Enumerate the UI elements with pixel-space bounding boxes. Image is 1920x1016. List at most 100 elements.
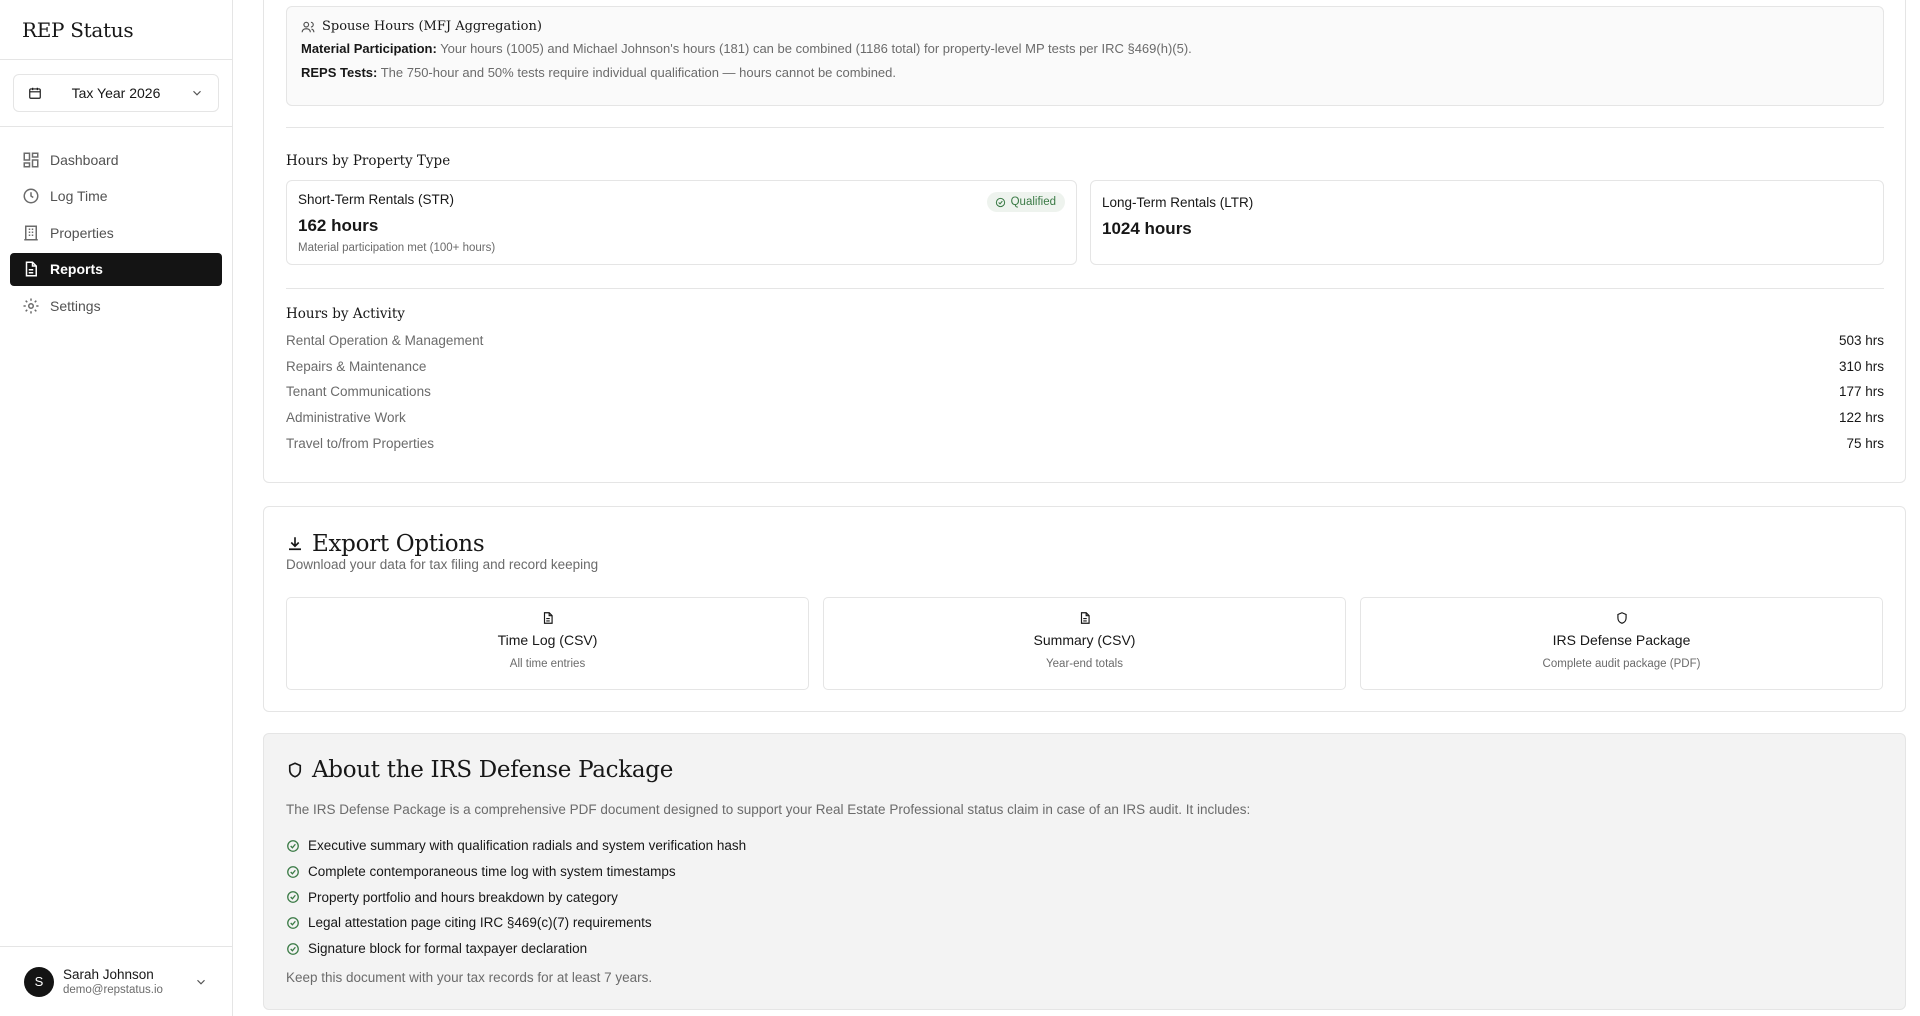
- sidebar-item-label: Log Time: [50, 188, 108, 204]
- str-card: Short-Term Rentals (STR) 162 hours Mater…: [286, 180, 1077, 265]
- ltr-card: Long-Term Rentals (LTR) 1024 hours: [1090, 180, 1884, 265]
- export-time-log-button[interactable]: Time Log (CSV) All time entries: [286, 597, 809, 690]
- export-option-title: IRS Defense Package: [1552, 632, 1691, 648]
- reps-label: REPS Tests:: [301, 65, 378, 80]
- shield-icon: [1616, 612, 1627, 624]
- feature-text: Complete contemporaneous time log with s…: [308, 864, 676, 880]
- export-option-title: Time Log (CSV): [497, 632, 598, 648]
- mp-text: Your hours (1005) and Michael Johnson's …: [440, 41, 1192, 56]
- sidebar-item-label: Properties: [50, 224, 114, 241]
- tax-year-select[interactable]: Tax Year 2026: [13, 74, 219, 112]
- file-icon: [543, 612, 553, 624]
- activity-hours: 122 hrs: [1838, 410, 1884, 426]
- feature-text: Signature block for formal taxpayer decl…: [308, 941, 588, 957]
- user-menu[interactable]: S Sarah Johnson demo@repstatus.io: [0, 946, 232, 1016]
- check-circle-icon: [287, 839, 299, 852]
- document-icon: [25, 261, 37, 277]
- about-title: About the IRS Defense Package: [312, 757, 674, 783]
- export-description: Download your data for tax filing and re…: [286, 557, 599, 572]
- property-type-title: Hours by Property Type: [286, 153, 451, 169]
- list-item: Travel to/from Properties 75 hrs: [286, 436, 1884, 462]
- ltr-hours: 1024 hours: [1102, 219, 1192, 238]
- list-item: Signature block for formal taxpayer decl…: [286, 936, 746, 962]
- spouse-hours-title: Spouse Hours (MFJ Aggregation): [301, 19, 1869, 34]
- mp-note: Material Participation: Your hours (1005…: [301, 41, 1869, 56]
- shield-icon: [288, 762, 302, 778]
- export-summary-button[interactable]: Summary (CSV) Year-end totals: [823, 597, 1346, 690]
- main-content: Spouse Hours (MFJ Aggregation) Material …: [263, 0, 1906, 1016]
- spouse-hours-heading: Spouse Hours (MFJ Aggregation): [322, 19, 542, 34]
- about-header: About the IRS Defense Package: [286, 757, 673, 783]
- feature-text: Legal attestation page citing IRC §469(c…: [308, 915, 652, 931]
- divider: [286, 127, 1884, 128]
- building-icon: [24, 225, 38, 240]
- calendar-icon: [29, 87, 41, 99]
- reps-text: The 750-hour and 50% tests require indiv…: [380, 65, 896, 80]
- mp-label: Material Participation:: [301, 41, 437, 56]
- avatar: S: [24, 966, 54, 997]
- list-item: Property portfolio and hours breakdown b…: [286, 884, 746, 910]
- export-irs-package-button[interactable]: IRS Defense Package Complete audit packa…: [1360, 597, 1883, 690]
- divider: [286, 288, 1884, 289]
- about-irs-package-card: About the IRS Defense Package The IRS De…: [263, 733, 1906, 1010]
- app-title: REP Status: [0, 0, 232, 60]
- user-info: Sarah Johnson demo@repstatus.io: [63, 967, 194, 996]
- user-email: demo@repstatus.io: [63, 984, 163, 996]
- list-item: Tenant Communications 177 hrs: [286, 384, 1884, 410]
- export-option-subtitle: Year-end totals: [1046, 658, 1123, 670]
- str-note: Material participation met (100+ hours): [298, 242, 496, 254]
- dashboard-icon: [23, 152, 39, 167]
- activity-name: Tenant Communications: [286, 384, 431, 400]
- clock-icon: [23, 188, 39, 204]
- about-intro: The IRS Defense Package is a comprehensi…: [286, 802, 1251, 817]
- activity-hours: 310 hrs: [1838, 358, 1884, 374]
- list-item: Executive summary with qualification rad…: [286, 833, 746, 859]
- str-hours: 162 hours: [298, 216, 379, 235]
- list-item: Complete contemporaneous time log with s…: [286, 859, 746, 885]
- check-circle-icon: [287, 891, 299, 904]
- list-item: Rental Operation & Management 503 hrs: [286, 333, 1884, 359]
- activity-name: Rental Operation & Management: [286, 333, 484, 348]
- download-icon: [289, 537, 301, 551]
- activity-hours: 75 hrs: [1846, 435, 1884, 451]
- list-item: Administrative Work 122 hrs: [286, 410, 1884, 436]
- sidebar-item-properties[interactable]: Properties: [10, 216, 222, 249]
- file-icon: [1080, 612, 1090, 624]
- user-name: Sarah Johnson: [63, 967, 154, 982]
- reps-note: REPS Tests: The 750-hour and 50% tests r…: [301, 65, 1869, 80]
- tax-year-label: Tax Year 2026: [71, 85, 161, 101]
- export-option-subtitle: All time entries: [509, 658, 586, 670]
- activity-hours: 177 hrs: [1838, 384, 1884, 400]
- export-option-subtitle: Complete audit package (PDF): [1542, 658, 1701, 670]
- chevron-down-icon: [193, 90, 201, 96]
- hours-summary-card: Spouse Hours (MFJ Aggregation) Material …: [263, 0, 1906, 483]
- tax-year-wrapper: Tax Year 2026: [0, 60, 232, 127]
- feature-text: Executive summary with qualification rad…: [308, 838, 747, 854]
- status-badge-label: Qualified: [1010, 196, 1056, 208]
- export-title: Export Options: [312, 531, 485, 557]
- ltr-name: Long-Term Rentals (LTR): [1102, 195, 1254, 210]
- sidebar-item-label: Dashboard: [50, 151, 119, 168]
- activity-hours: 503 hrs: [1838, 333, 1884, 348]
- feature-text: Property portfolio and hours breakdown b…: [308, 889, 618, 905]
- status-badge: Qualified: [986, 192, 1065, 212]
- sidebar-item-settings[interactable]: Settings: [10, 289, 222, 322]
- sidebar-item-log-time[interactable]: Log Time: [10, 180, 222, 213]
- list-item: Legal attestation page citing IRC §469(c…: [286, 910, 746, 936]
- chevron-down-icon: [197, 979, 205, 985]
- export-option-title: Summary (CSV): [1033, 632, 1136, 648]
- activity-name: Administrative Work: [286, 410, 406, 426]
- spouse-hours-panel: Spouse Hours (MFJ Aggregation) Material …: [286, 6, 1884, 106]
- check-circle-icon: [287, 942, 299, 955]
- activity-title: Hours by Activity: [286, 306, 405, 322]
- sidebar-nav: Dashboard Log Time Properties Reports Se…: [0, 127, 232, 342]
- sidebar-item-reports[interactable]: Reports: [10, 252, 222, 286]
- activity-list: Rental Operation & Management 503 hrs Rep…: [286, 333, 1884, 461]
- gear-icon: [23, 298, 39, 313]
- sidebar-item-label: Reports: [50, 261, 103, 277]
- sidebar-item-dashboard[interactable]: Dashboard: [10, 143, 222, 176]
- about-footer: Keep this document with your tax records…: [286, 970, 653, 985]
- export-options-card: Export Options Download your data for ta…: [263, 506, 1906, 712]
- str-name: Short-Term Rentals (STR): [298, 192, 455, 207]
- sidebar-item-label: Settings: [50, 297, 101, 314]
